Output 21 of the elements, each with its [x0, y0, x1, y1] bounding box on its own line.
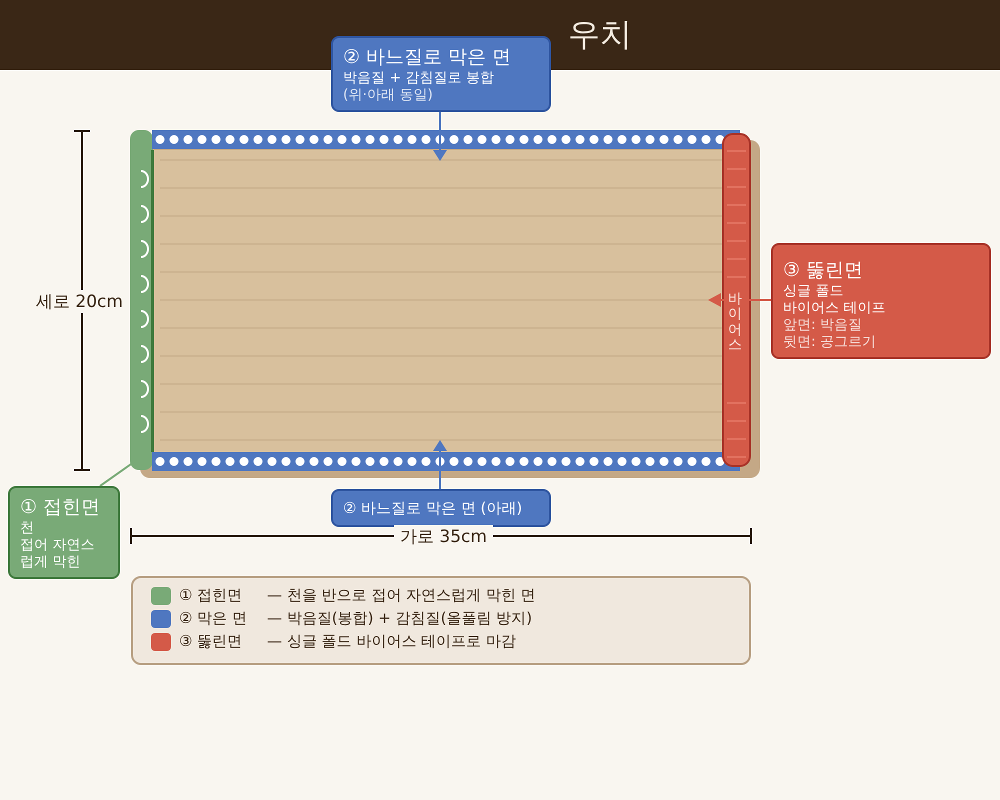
- callout-text: (위·아래 동일): [343, 87, 434, 104]
- callout-text: 싱글 폴드: [783, 283, 844, 300]
- legend-label: ③ 뚫린면: [179, 632, 244, 651]
- legend-description: — 싱글 폴드 바이어스 테이프로 마감: [267, 632, 516, 651]
- callout-text: 박음질 + 감침질로 봉합: [343, 70, 496, 87]
- callout-text: 천: [20, 520, 35, 537]
- callout-title: ② 바느질로 막은 면 (아래): [343, 498, 524, 519]
- page-title: 우치: [568, 14, 632, 55]
- legend-label: ② 막은 면: [179, 609, 248, 628]
- callout-text: 뒷면: 공그르기: [783, 334, 878, 351]
- callout-title: ② 바느질로 막은 면: [343, 45, 512, 70]
- legend-description: — 박음질(봉합) + 감침질(올풀림 방지): [267, 609, 532, 628]
- legend-label: ① 접힌면: [179, 586, 244, 605]
- legend-description: — 천을 반으로 접어 자연스럽게 막힌 면: [267, 586, 536, 605]
- tape-label: 바이어스: [728, 292, 742, 354]
- callout-title: ① 접힌면: [20, 495, 102, 520]
- callout-text: 바이어스 테이프: [783, 300, 886, 317]
- callout-title: ③ 뚫린면: [783, 258, 864, 283]
- callout-text: 접어 자연스: [20, 537, 96, 554]
- callout-text: 럽게 막힌: [20, 554, 82, 571]
- callout-text: 앞면: 박음질: [783, 317, 864, 334]
